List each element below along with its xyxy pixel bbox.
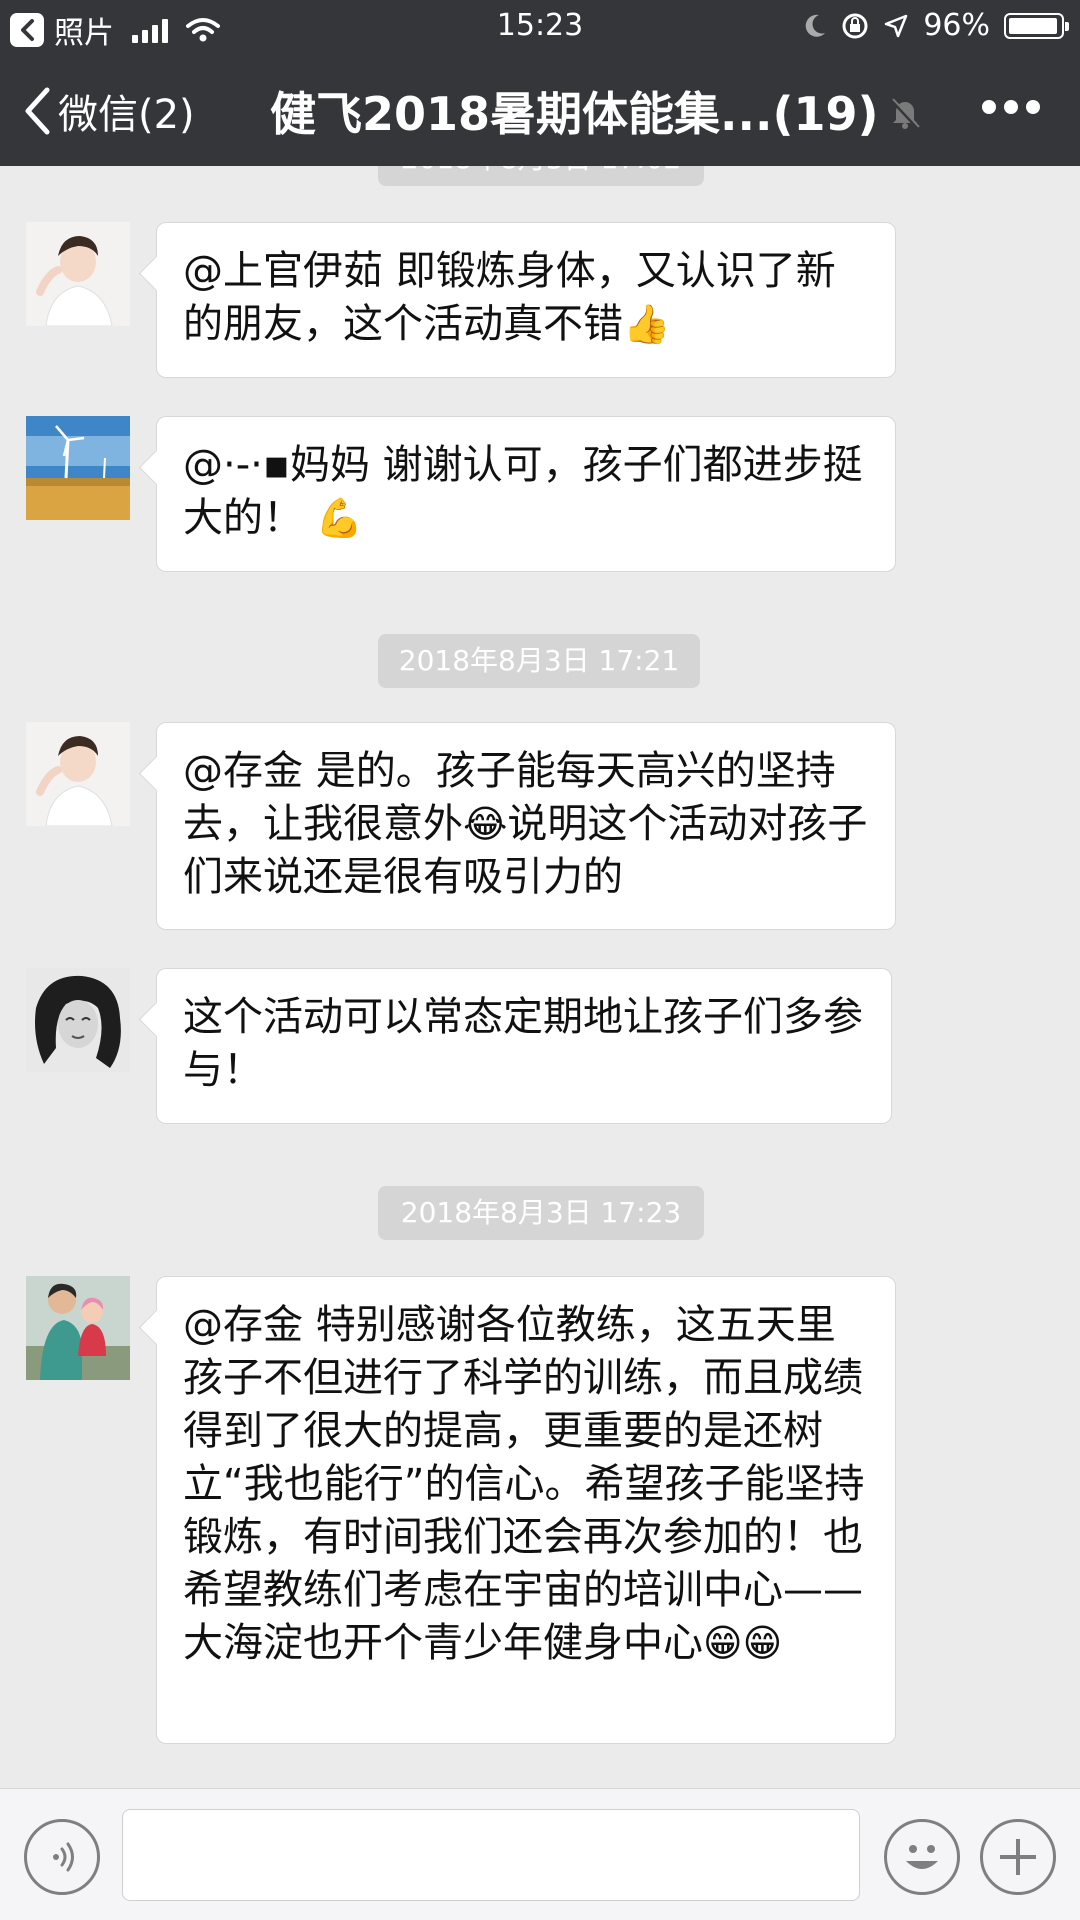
message-text: @·-·▪妈妈 谢谢认可，孩子们都进步挺大的！ (183, 442, 863, 541)
message-text: @上官伊茹 即锻炼身体，又认识了新的朋友，这个活动真不错 (183, 248, 836, 347)
avatar-woman-bw-portrait[interactable] (26, 968, 130, 1072)
message-text: @存金 特别感谢各位教练，这五天里孩子不但进行了科学的训练，而且成绩得到了很大的… (183, 1302, 865, 1666)
timestamp: 2018年8月3日 17:21 (378, 634, 700, 688)
input-bar (0, 1788, 1080, 1920)
message-text: 这个活动可以常态定期地让孩子们多参与！ (183, 994, 863, 1093)
chat-area[interactable]: 2018年8月3日 17:02 @上官伊茹 即锻炼身体，又认识了新的朋友，这个活… (0, 166, 1080, 1786)
back-label: 微信(2) (58, 92, 195, 138)
mute-bell-icon (890, 98, 920, 130)
chevron-left-icon (25, 87, 50, 135)
timestamp: 2018年8月3日 17:23 (378, 1186, 704, 1240)
emoji-icon[interactable] (884, 1819, 960, 1895)
status-bar: 照片 15:23 96% (0, 0, 1080, 52)
back-button[interactable]: 微信(2) (22, 82, 195, 140)
avatar-mother-and-child[interactable] (26, 1276, 130, 1380)
message-input[interactable] (122, 1809, 860, 1901)
flexed-biceps-icon: 💪 (315, 496, 364, 540)
voice-icon[interactable] (24, 1819, 100, 1895)
avatar-wind-turbine[interactable] (26, 416, 130, 520)
moon-icon (806, 14, 826, 37)
top-bar: 照片 15:23 96% 微信(2) 健飞2018暑期体能集...(19) (0, 0, 1080, 166)
message-bubble[interactable]: @·-·▪妈妈 谢谢认可，孩子们都进步挺大的！ 💪 (156, 416, 896, 572)
status-right: 96% (803, 8, 1069, 43)
location-icon (885, 14, 908, 37)
more-icon[interactable] (982, 100, 1040, 114)
nav-bar: 微信(2) 健飞2018暑期体能集...(19) (0, 60, 1080, 160)
battery-icon (1004, 12, 1069, 39)
grinning-face-icon: 😁😁 (703, 1621, 783, 1665)
tears-of-joy-icon: 😂 (463, 802, 508, 846)
rotation-lock-icon (842, 13, 868, 38)
message-bubble[interactable]: @上官伊茹 即锻炼身体，又认识了新的朋友，这个活动真不错👍 (156, 222, 896, 378)
plus-icon[interactable] (980, 1819, 1056, 1895)
avatar-woman-short-hair[interactable] (26, 722, 130, 826)
message-bubble[interactable]: 这个活动可以常态定期地让孩子们多参与！ (156, 968, 892, 1124)
chat-title: 健飞2018暑期体能集...(19) (270, 87, 879, 141)
avatar-woman-short-hair[interactable] (26, 222, 130, 326)
battery-percent: 96% (923, 8, 990, 43)
message-bubble[interactable]: @存金 特别感谢各位教练，这五天里孩子不但进行了科学的训练，而且成绩得到了很大的… (156, 1276, 896, 1744)
thumbs-up-icon: 👍 (623, 302, 671, 346)
message-bubble[interactable]: @存金 是的。孩子能每天高兴的坚持去，让我很意外😂说明这个活动对孩子们来说还是很… (156, 722, 896, 930)
timestamp-partial: 2018年8月3日 17:02 (378, 166, 704, 186)
